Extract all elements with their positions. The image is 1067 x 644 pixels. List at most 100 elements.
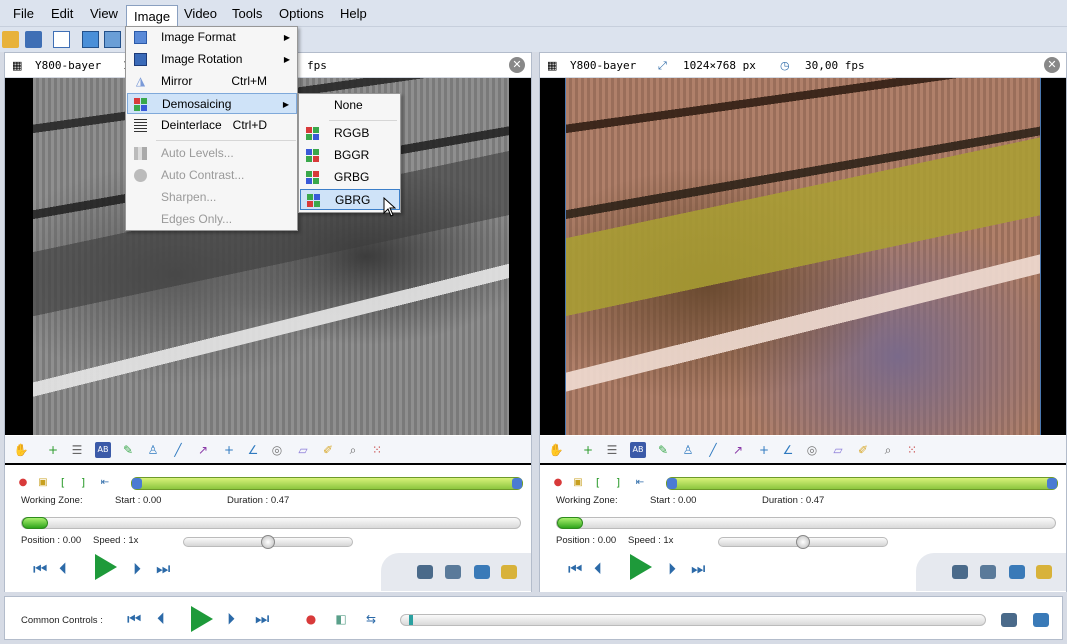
common-position-thumb[interactable] (409, 615, 413, 625)
zone-end-handle[interactable] (1047, 478, 1057, 489)
menu-item-image-format[interactable]: Image Format ▶ (127, 27, 297, 48)
submenu-item-none[interactable]: None (300, 95, 400, 116)
comments-icon[interactable]: ☰ (69, 442, 85, 458)
menu-item-auto-levels[interactable]: Auto Levels... (127, 143, 297, 164)
angle-icon[interactable]: ∠ (245, 442, 261, 458)
cross-marker-icon[interactable]: + (221, 442, 237, 458)
lock-icon[interactable]: ▣ (35, 475, 51, 491)
menu-tools[interactable]: Tools (225, 3, 269, 25)
zone-start-icon[interactable]: [ (590, 475, 606, 491)
first-frame-icon[interactable]: ⏮ (568, 559, 582, 579)
chronometer-icon[interactable]: ◎ (269, 442, 285, 458)
hand-tool-icon[interactable]: ✋ (13, 442, 29, 458)
menu-options[interactable]: Options (272, 3, 331, 25)
cross-marker-icon[interactable]: + (756, 442, 772, 458)
common-next-frame-icon[interactable]: ⏵ (227, 609, 235, 629)
line-icon[interactable]: ╱ (705, 442, 721, 458)
zone-reset-icon[interactable]: ⇤ (632, 475, 648, 491)
comments-icon[interactable]: ☰ (604, 442, 620, 458)
sync-marker-icon[interactable]: ● (303, 611, 319, 627)
lock-icon[interactable]: ▣ (570, 475, 586, 491)
monitor-icon[interactable] (82, 31, 99, 48)
label-icon[interactable]: AB (630, 442, 646, 458)
close-left-pane-icon[interactable]: ✕ (509, 57, 525, 73)
menu-help[interactable]: Help (333, 3, 374, 25)
working-zone-bar[interactable] (131, 477, 523, 490)
color-palette-icon[interactable]: ⁙ (904, 442, 920, 458)
last-frame-icon[interactable]: ⏭ (691, 559, 705, 579)
zone-start-icon[interactable]: [ (55, 475, 71, 491)
zone-start-handle[interactable] (132, 478, 142, 489)
submenu-item-grbg[interactable]: GRBG (300, 167, 400, 188)
menu-video[interactable]: Video (177, 3, 224, 25)
menu-item-sharpen[interactable]: Sharpen... (127, 187, 297, 208)
line-icon[interactable]: ╱ (170, 442, 186, 458)
common-play-button[interactable] (191, 606, 213, 632)
zone-reset-icon[interactable]: ⇤ (97, 475, 113, 491)
position-slider[interactable] (21, 517, 521, 529)
human-model-icon[interactable]: ♙ (145, 442, 161, 458)
last-frame-icon[interactable]: ⏭ (156, 559, 170, 579)
position-thumb[interactable] (557, 517, 583, 529)
open-folder-icon[interactable] (2, 31, 19, 48)
menu-edit[interactable]: Edit (44, 3, 80, 25)
menu-item-mirror[interactable]: ◮ Mirror Ctrl+M (127, 71, 297, 92)
play-button[interactable] (95, 554, 117, 580)
arrow-icon[interactable]: ↗ (730, 442, 746, 458)
magnifier-icon[interactable]: ⌕ (880, 442, 896, 458)
common-first-frame-icon[interactable]: ⏮ (127, 609, 141, 629)
menu-item-image-rotation[interactable]: Image Rotation ▶ (127, 49, 297, 70)
arrow-icon[interactable]: ↗ (195, 442, 211, 458)
menu-file[interactable]: File (6, 3, 41, 25)
next-frame-icon[interactable]: ⏵ (133, 559, 141, 579)
menu-view[interactable]: View (83, 3, 125, 25)
save-video-icon[interactable] (1009, 565, 1025, 579)
speed-slider[interactable] (183, 535, 353, 549)
multi-snapshot-icon[interactable] (980, 565, 996, 579)
common-save-video-icon[interactable] (1033, 613, 1049, 627)
angle-icon[interactable]: ∠ (780, 442, 796, 458)
previous-frame-icon[interactable]: ⏴ (594, 559, 602, 579)
zone-end-handle[interactable] (512, 478, 522, 489)
snapshot-icon[interactable] (417, 565, 433, 579)
label-icon[interactable]: AB (95, 442, 111, 458)
common-last-frame-icon[interactable]: ⏭ (255, 609, 269, 629)
zone-end-icon[interactable]: ] (610, 475, 626, 491)
common-position-slider[interactable] (400, 614, 986, 626)
hand-tool-icon[interactable]: ✋ (548, 442, 564, 458)
menu-image[interactable]: Image (126, 5, 179, 27)
snapshot-icon[interactable] (952, 565, 968, 579)
magnifier-icon[interactable]: ⌕ (345, 442, 361, 458)
menu-item-demosaicing[interactable]: Demosaicing ▶ (127, 93, 297, 114)
speed-knob[interactable] (261, 535, 275, 549)
grid-plane-icon[interactable]: ▱ (295, 442, 311, 458)
menu-item-edges-only[interactable]: Edges Only... (127, 209, 297, 230)
dual-screen-icon[interactable] (104, 31, 121, 48)
first-frame-icon[interactable]: ⏮ (33, 559, 47, 579)
previous-frame-icon[interactable]: ⏴ (59, 559, 67, 579)
submenu-item-rggb[interactable]: RGGB (300, 123, 400, 144)
export-icon[interactable] (1036, 565, 1052, 579)
common-previous-frame-icon[interactable]: ⏴ (157, 609, 165, 629)
submenu-item-bggr[interactable]: BGGR (300, 145, 400, 166)
zone-end-icon[interactable]: ] (75, 475, 91, 491)
speed-knob[interactable] (796, 535, 810, 549)
right-video-viewer[interactable] (540, 78, 1066, 435)
grid-plane-icon[interactable]: ▱ (830, 442, 846, 458)
layout-icon[interactable] (53, 31, 70, 48)
position-slider[interactable] (556, 517, 1056, 529)
save-icon[interactable] (25, 31, 42, 48)
export-icon[interactable] (501, 565, 517, 579)
pencil-icon[interactable]: ✎ (120, 442, 136, 458)
menu-item-auto-contrast[interactable]: Auto Contrast... (127, 165, 297, 186)
pencil-icon[interactable]: ✎ (655, 442, 671, 458)
color-palette-icon[interactable]: ⁙ (369, 442, 385, 458)
merge-icon[interactable]: ◧ (333, 611, 349, 627)
save-video-icon[interactable] (474, 565, 490, 579)
play-button[interactable] (630, 554, 652, 580)
position-thumb[interactable] (22, 517, 48, 529)
close-right-pane-icon[interactable]: ✕ (1044, 57, 1060, 73)
working-zone-bar[interactable] (666, 477, 1058, 490)
brush-icon[interactable]: ✐ (855, 442, 871, 458)
add-keyframe-icon[interactable]: + (45, 442, 61, 458)
